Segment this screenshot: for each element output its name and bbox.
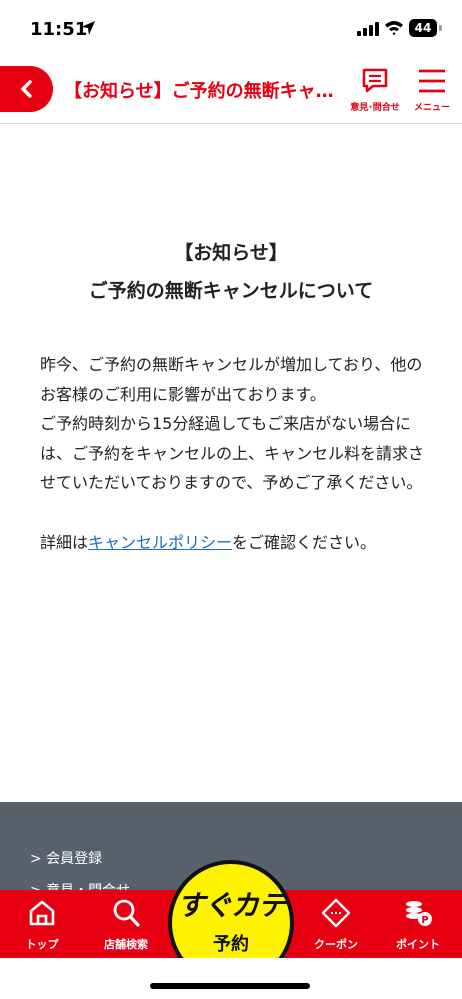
quick-reserve-subtitle: 予約 bbox=[213, 934, 249, 955]
tab-label: ポイント bbox=[396, 938, 440, 951]
detail-prefix: 詳細は bbox=[40, 532, 89, 552]
menu-button[interactable]: メニュー bbox=[408, 68, 456, 116]
coupon-icon bbox=[321, 898, 351, 928]
chevron-left-icon bbox=[20, 80, 32, 98]
article-heading-line2: ご予約の無断キャンセルについて bbox=[88, 280, 374, 302]
hamburger-menu-icon bbox=[419, 69, 445, 93]
feedback-button[interactable]: 意見･問合せ bbox=[344, 68, 406, 116]
wifi-icon bbox=[385, 21, 403, 36]
battery-icon: 44 bbox=[409, 19, 437, 37]
home-icon bbox=[29, 900, 55, 926]
quick-reserve-title: すぐカテ bbox=[176, 889, 286, 922]
tab-label: 店舗検索 bbox=[104, 938, 148, 951]
article-paragraph: ご予約時刻から15分経過してもご来店がない場合には、ご予約をキャンセルの上、キャ… bbox=[40, 414, 425, 493]
article-heading-line1: 【お知らせ】 bbox=[174, 242, 288, 264]
article-detail: 詳細はキャンセルポリシーをご確認ください。 bbox=[40, 528, 424, 558]
speech-bubble-icon bbox=[362, 68, 388, 93]
app-header: 【お知らせ】ご予約の無断キャンセルについて 意見･問合せ メニュー bbox=[0, 58, 462, 124]
location-arrow-icon bbox=[81, 21, 95, 35]
detail-suffix: をご確認ください。 bbox=[232, 532, 377, 552]
article-body: 昨今、ご予約の無断キャンセルが増加しており、他のお客様のご利用に影響が出ておりま… bbox=[40, 350, 424, 557]
article-paragraph: 昨今、ご予約の無断キャンセルが増加しており、他のお客様のご利用に影響が出ておりま… bbox=[40, 355, 423, 404]
menu-label: メニュー bbox=[413, 103, 450, 113]
status-bar: 11:51 44 bbox=[0, 0, 462, 58]
svg-text:P: P bbox=[421, 915, 428, 926]
cancel-policy-link[interactable]: キャンセルポリシー bbox=[88, 533, 232, 552]
status-time: 11:51 bbox=[30, 19, 88, 40]
bottom-safe-area bbox=[0, 958, 462, 999]
tab-coupon[interactable]: クーポン bbox=[296, 890, 376, 958]
back-button[interactable] bbox=[0, 66, 53, 112]
tab-point[interactable]: P ポイント bbox=[378, 890, 458, 958]
home-indicator bbox=[150, 983, 310, 989]
battery-tip bbox=[439, 25, 442, 31]
tab-label: トップ bbox=[25, 938, 59, 951]
footer-link-register[interactable]: > 会員登録 bbox=[30, 848, 102, 868]
page-title: 【お知らせ】ご予約の無断キャンセルについて bbox=[64, 81, 336, 102]
tab-top[interactable]: トップ bbox=[2, 890, 82, 958]
article-heading: 【お知らせ】 ご予約の無断キャンセルについて bbox=[0, 234, 462, 310]
signal-icon bbox=[357, 22, 379, 36]
tab-label: クーポン bbox=[314, 938, 358, 951]
tab-store-search[interactable]: 店舗検索 bbox=[86, 890, 166, 958]
feedback-label: 意見･問合せ bbox=[350, 103, 400, 113]
search-icon bbox=[113, 899, 140, 927]
point-coins-icon: P bbox=[406, 901, 432, 926]
